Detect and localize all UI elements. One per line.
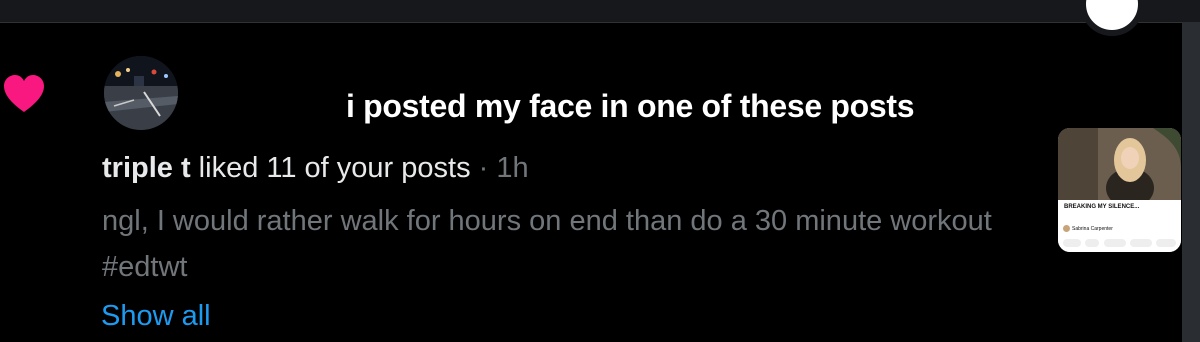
scrollbar[interactable]	[1182, 22, 1200, 342]
remix-pill	[1130, 239, 1152, 247]
separator: ·	[470, 152, 497, 184]
more-pill	[1156, 239, 1176, 247]
thumbnail-channel: Sabrina Carpenter	[1072, 226, 1113, 232]
thumbnail-video-frame	[1058, 128, 1181, 208]
dislike-pill	[1085, 239, 1099, 247]
like-pill	[1063, 239, 1081, 247]
post-text[interactable]: ngl, I would rather walk for hours on en…	[102, 198, 1052, 290]
timestamp: 1h	[496, 152, 529, 184]
share-pill	[1104, 239, 1126, 247]
show-all-link[interactable]: Show all	[101, 300, 211, 333]
profile-avatar-button[interactable]	[1080, 0, 1144, 36]
heart-icon	[2, 74, 46, 114]
top-bar	[0, 0, 1200, 36]
thumbnail-meta: BREAKING MY SILENCE... Sabrina Carpenter	[1058, 200, 1181, 252]
channel-avatar	[1063, 225, 1070, 232]
username-link[interactable]: triple t	[102, 152, 191, 184]
media-thumbnail[interactable]: BREAKING MY SILENCE... Sabrina Carpenter	[1058, 128, 1181, 252]
thumbnail-title: BREAKING MY SILENCE...	[1064, 204, 1140, 210]
avatar[interactable]	[104, 56, 178, 130]
notification-action: liked 11 of your posts	[190, 152, 471, 184]
notification-summary: triple t liked 11 of your posts · 1h	[102, 152, 529, 185]
overlay-caption: i posted my face in one of these posts	[346, 88, 915, 124]
